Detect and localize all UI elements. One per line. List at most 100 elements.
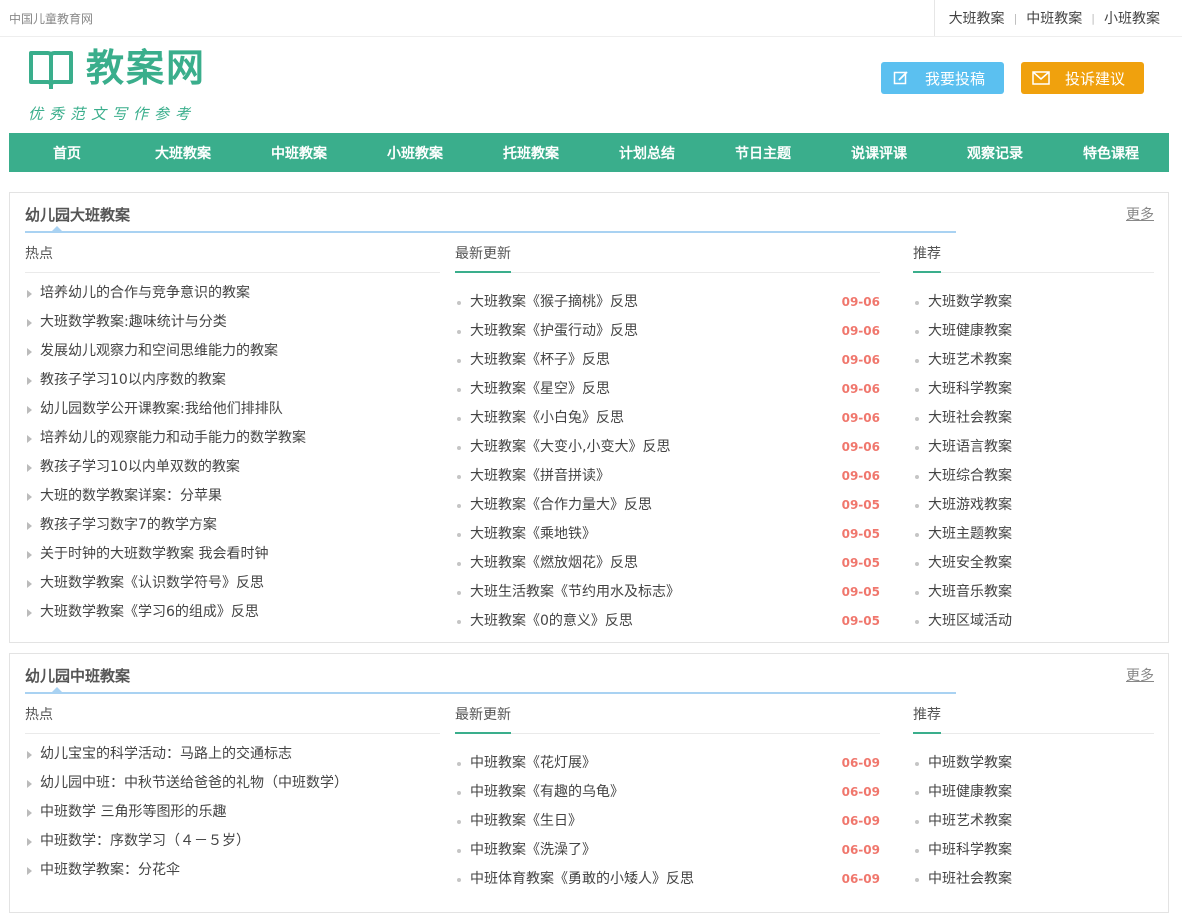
list-item[interactable]: 教孩子学习10以内序数的教案 [25, 366, 440, 395]
list-item[interactable]: 中班数学教案 [913, 749, 1154, 778]
list-item[interactable]: 大班教案《小白兔》反思 09-06 [455, 404, 880, 433]
column-title: 最新更新 [455, 243, 880, 273]
list-item[interactable]: 大班数学教案:趣味统计与分类 [25, 308, 440, 337]
list-item[interactable]: 中班社会教案 [913, 865, 1154, 894]
list-item-date: 06-09 [841, 843, 880, 857]
recommend-list: 大班数学教案 大班健康教案 大班艺术教案 大班科学教案 大班社会教案 大班语言教案 大班综合… [913, 288, 1154, 636]
list-item-title: 中班体育教案《勇敢的小矮人》反思 [470, 871, 694, 887]
hot-column: 热点 培养幼儿的合作与竞争意识的教案 大班数学教案:趣味统计与分类 发展幼儿观察力和… [25, 243, 440, 627]
list-item[interactable]: 大班科学教案 [913, 375, 1154, 404]
list-item-date: 06-09 [841, 872, 880, 886]
list-item[interactable]: 培养幼儿的观察能力和动手能力的数学教案 [25, 424, 440, 453]
list-item[interactable]: 中班数学 三角形等图形的乐趣 [25, 798, 440, 827]
list-item[interactable]: 大班教案《护蛋行动》反思 09-06 [455, 317, 880, 346]
hot-title: 热点 [25, 707, 53, 723]
nav-item-festival[interactable]: 节日主题 [705, 133, 821, 172]
list-item[interactable]: 大班的数学教案详案：分苹果 [25, 482, 440, 511]
list-item[interactable]: 中班体育教案《勇敢的小矮人》反思 06-09 [455, 865, 880, 894]
list-item[interactable]: 幼儿园中班：中秋节送给爸爸的礼物（中班数学） [25, 769, 440, 798]
nav-item-lecture-review[interactable]: 说课评课 [821, 133, 937, 172]
title-arrow [52, 226, 62, 231]
hot-list: 幼儿宝宝的科学活动：马路上的交通标志 幼儿园中班：中秋节送给爸爸的礼物（中班数学）… [25, 740, 440, 885]
list-item[interactable]: 大班生活教案《节约用水及标志》 09-05 [455, 578, 880, 607]
column-title: 推荐 [913, 704, 1154, 734]
list-item-date: 06-09 [841, 785, 880, 799]
list-item[interactable]: 中班健康教案 [913, 778, 1154, 807]
list-item-title: 中班教案《洗澡了》 [470, 842, 596, 858]
list-item[interactable]: 培养幼儿的合作与竞争意识的教案 [25, 279, 440, 308]
list-item[interactable]: 大班健康教案 [913, 317, 1154, 346]
list-item[interactable]: 中班数学教案：分花伞 [25, 856, 440, 885]
list-item[interactable]: 大班音乐教案 [913, 578, 1154, 607]
list-item[interactable]: 大班数学教案《学习6的组成》反思 [25, 598, 440, 627]
list-item[interactable]: 大班教案《乘地铁》 09-05 [455, 520, 880, 549]
nav-item-daban[interactable]: 大班教案 [125, 133, 241, 172]
hot-column: 热点 幼儿宝宝的科学活动：马路上的交通标志 幼儿园中班：中秋节送给爸爸的礼物（中班… [25, 704, 440, 885]
list-item[interactable]: 大班教案《拼音拼读》 09-06 [455, 462, 880, 491]
list-item[interactable]: 幼儿宝宝的科学活动：马路上的交通标志 [25, 740, 440, 769]
list-item[interactable]: 中班教案《花灯展》 06-09 [455, 749, 880, 778]
open-book-icon [29, 51, 73, 89]
list-item[interactable]: 中班科学教案 [913, 836, 1154, 865]
list-item[interactable]: 大班教案《合作力量大》反思 09-05 [455, 491, 880, 520]
list-item[interactable]: 大班语言教案 [913, 433, 1154, 462]
list-item[interactable]: 发展幼儿观察力和空间思维能力的教案 [25, 337, 440, 366]
title-underline [25, 692, 956, 694]
new-column: 最新更新 中班教案《花灯展》 06-09 中班教案《有趣的乌龟》 06-09 中班教案《… [455, 704, 880, 894]
list-item[interactable]: 中班教案《生日》 06-09 [455, 807, 880, 836]
list-item[interactable]: 大班教案《燃放烟花》反思 09-05 [455, 549, 880, 578]
list-item[interactable]: 幼儿园数学公开课教案:我给他们排排队 [25, 395, 440, 424]
list-item[interactable]: 中班教案《洗澡了》 06-09 [455, 836, 880, 865]
list-item[interactable]: 教孩子学习10以内单双数的教案 [25, 453, 440, 482]
post-button[interactable]: 我要投稿 [881, 62, 1004, 94]
list-item[interactable]: 大班数学教案 [913, 288, 1154, 317]
logo[interactable]: 教案网 优秀范文写作参考 [28, 46, 207, 123]
list-item-title: 大班教案《杯子》反思 [470, 352, 610, 368]
list-item[interactable]: 大班教案《大变小,小变大》反思 09-06 [455, 433, 880, 462]
site-name: 中国儿童教育网 [9, 12, 94, 26]
list-item[interactable]: 关于时钟的大班数学教案 我会看时钟 [25, 540, 440, 569]
more-link[interactable]: 更多 [1126, 665, 1154, 685]
list-item[interactable]: 大班游戏教案 [913, 491, 1154, 520]
quick-link-zhongban[interactable]: 中班教案 [1026, 8, 1082, 28]
list-item[interactable]: 中班数学：序数学习（４－５岁） [25, 827, 440, 856]
quick-link-daban[interactable]: 大班教案 [949, 8, 1005, 28]
list-item[interactable]: 大班教案《0的意义》反思 09-05 [455, 607, 880, 636]
quick-link-xiaoban[interactable]: 小班教案 [1104, 8, 1160, 28]
list-item[interactable]: 大班教案《星空》反思 09-06 [455, 375, 880, 404]
list-item[interactable]: 中班艺术教案 [913, 807, 1154, 836]
separator: | [1013, 11, 1018, 25]
list-item[interactable]: 大班区域活动 [913, 607, 1154, 636]
logo-text: 教案网 [86, 46, 207, 90]
list-item[interactable]: 大班主题教案 [913, 520, 1154, 549]
list-item[interactable]: 大班教案《猴子摘桃》反思 09-06 [455, 288, 880, 317]
more-link[interactable]: 更多 [1126, 204, 1154, 224]
list-item-date: 09-06 [841, 440, 880, 454]
list-item[interactable]: 大班数学教案《认识数学符号》反思 [25, 569, 440, 598]
list-item-date: 06-09 [841, 814, 880, 828]
nav-item-special-course[interactable]: 特色课程 [1053, 133, 1169, 172]
list-item[interactable]: 大班社会教案 [913, 404, 1154, 433]
section-daban: 幼儿园大班教案 更多 热点 培养幼儿的合作与竞争意识的教案 大班数学教案:趣味统计… [9, 192, 1169, 643]
list-item[interactable]: 教孩子学习数字7的教学方案 [25, 511, 440, 540]
list-item-date: 09-06 [841, 382, 880, 396]
nav-item-tuoban[interactable]: 托班教案 [473, 133, 589, 172]
list-item-date: 09-06 [841, 411, 880, 425]
list-item[interactable]: 大班艺术教案 [913, 346, 1154, 375]
list-item[interactable]: 大班综合教案 [913, 462, 1154, 491]
list-item-title: 大班教案《拼音拼读》 [470, 468, 610, 484]
list-item[interactable]: 大班教案《杯子》反思 09-06 [455, 346, 880, 375]
nav-item-xiaoban[interactable]: 小班教案 [357, 133, 473, 172]
nav-item-home[interactable]: 首页 [9, 133, 125, 172]
list-item-title: 大班教案《乘地铁》 [470, 526, 596, 542]
nav-item-plan-summary[interactable]: 计划总结 [589, 133, 705, 172]
list-item[interactable]: 大班安全教案 [913, 549, 1154, 578]
list-item-date: 09-05 [841, 585, 880, 599]
nav-item-observation[interactable]: 观察记录 [937, 133, 1053, 172]
list-item[interactable]: 中班教案《有趣的乌龟》 06-09 [455, 778, 880, 807]
post-button-label: 我要投稿 [925, 70, 986, 88]
list-item-title: 中班教案《生日》 [470, 813, 582, 829]
nav-item-zhongban[interactable]: 中班教案 [241, 133, 357, 172]
new-list: 中班教案《花灯展》 06-09 中班教案《有趣的乌龟》 06-09 中班教案《生日》 06… [455, 749, 880, 894]
complain-button[interactable]: 投诉建议 [1021, 62, 1144, 94]
